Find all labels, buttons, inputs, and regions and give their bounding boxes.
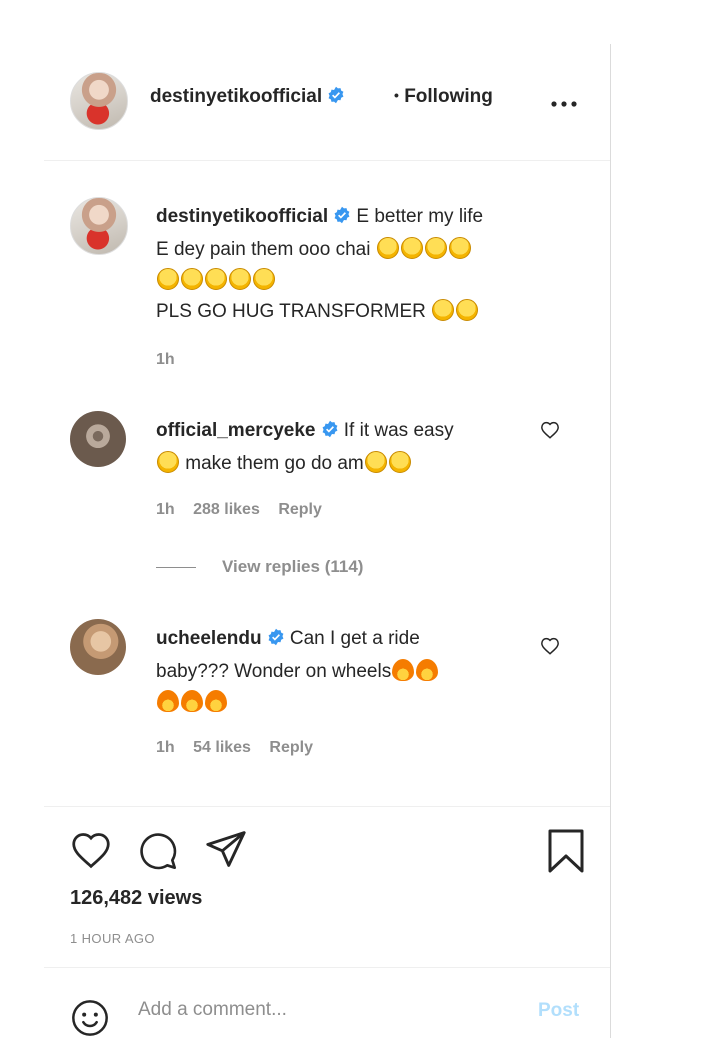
post-header: destinyetikoofficial • Following bbox=[44, 44, 610, 161]
commenter-username[interactable]: official_mercyeke bbox=[156, 420, 316, 441]
caption-meta: 1h bbox=[156, 351, 189, 369]
caption-text-3: PLS GO HUG TRANSFORMER bbox=[156, 301, 426, 322]
rolling-laughing-emoji-icon bbox=[400, 237, 423, 259]
verified-badge-icon bbox=[327, 86, 345, 109]
separator-dot: • bbox=[394, 87, 399, 103]
rolling-laughing-emoji-icon bbox=[424, 237, 447, 259]
more-options-icon[interactable] bbox=[550, 88, 578, 116]
post-panel: destinyetikoofficial • Following destiny… bbox=[44, 44, 610, 1062]
fire-emoji-icon bbox=[392, 659, 415, 681]
share-send-icon[interactable] bbox=[204, 829, 248, 869]
like-heart-icon[interactable] bbox=[70, 831, 112, 869]
laughing-tears-emoji-icon bbox=[157, 451, 179, 473]
comment-meta: 1h 54 likes Reply bbox=[156, 739, 327, 757]
reply-button[interactable]: Reply bbox=[269, 739, 313, 756]
caption-username[interactable]: destinyetikoofficial bbox=[156, 206, 328, 227]
replies-divider bbox=[156, 567, 196, 569]
like-comment-heart-icon[interactable] bbox=[540, 421, 560, 444]
tongue-out-emoji-icon bbox=[253, 268, 275, 290]
view-replies-label: View replies (114) bbox=[222, 557, 364, 576]
caption-time[interactable]: 1h bbox=[156, 351, 175, 368]
reply-button[interactable]: Reply bbox=[278, 501, 322, 518]
comment-input[interactable] bbox=[136, 998, 500, 1022]
verified-badge-icon bbox=[267, 625, 285, 656]
fire-emoji-icon bbox=[181, 690, 203, 712]
verified-badge-icon bbox=[333, 203, 351, 234]
commenter-avatar[interactable] bbox=[70, 411, 126, 467]
rolling-laughing-emoji-icon bbox=[157, 268, 179, 290]
like-comment-heart-icon[interactable] bbox=[540, 637, 560, 660]
rolling-laughing-emoji-icon bbox=[448, 237, 471, 259]
caption-avatar[interactable] bbox=[70, 197, 128, 255]
caption-body: destinyetikoofficial E better my life E … bbox=[156, 201, 556, 327]
comments-list[interactable]: destinyetikoofficial E better my life E … bbox=[44, 161, 610, 806]
rolling-laughing-emoji-icon bbox=[376, 237, 399, 259]
rolling-laughing-emoji-icon bbox=[181, 268, 203, 290]
caption-text-1: E better my life bbox=[356, 206, 484, 227]
emoji-picker-icon[interactable] bbox=[70, 998, 110, 1038]
comment-text-b: baby??? Wonder on wheels bbox=[156, 661, 392, 682]
caption-text-2: E dey pain them ooo chai bbox=[156, 239, 371, 260]
verified-badge-icon bbox=[321, 417, 339, 448]
tongue-out-emoji-icon bbox=[432, 299, 455, 321]
comment-body: ucheelendu Can I get a ride baby??? Wond… bbox=[156, 623, 556, 718]
commenter-username[interactable]: ucheelendu bbox=[156, 628, 262, 649]
view-count[interactable]: 126,482 views bbox=[70, 887, 202, 910]
comment-text-a: If it was easy bbox=[343, 420, 454, 441]
comment-bubble-icon[interactable] bbox=[138, 831, 178, 871]
comment-body: official_mercyeke If it was easy make th… bbox=[156, 415, 556, 479]
tongue-out-emoji-icon bbox=[205, 268, 227, 290]
add-comment-bar: Post bbox=[44, 967, 610, 1064]
comment-likes[interactable]: 288 likes bbox=[193, 501, 260, 518]
comment-text-b: make them go do am bbox=[185, 453, 364, 474]
laughing-tears-emoji-icon bbox=[364, 451, 387, 473]
post-footer: 126,482 views 1 HOUR AGO Post bbox=[44, 806, 610, 1063]
author-block: destinyetikoofficial bbox=[150, 86, 345, 109]
following-button[interactable]: Following bbox=[404, 86, 493, 107]
comment-likes[interactable]: 54 likes bbox=[193, 739, 251, 756]
view-replies-button[interactable]: View replies (114) bbox=[156, 557, 363, 577]
fire-emoji-icon bbox=[416, 659, 439, 681]
comment-text-a: Can I get a ride bbox=[289, 628, 420, 649]
panel-divider bbox=[610, 44, 611, 1038]
laughing-tears-emoji-icon bbox=[388, 451, 411, 473]
tongue-out-emoji-icon bbox=[229, 268, 251, 290]
author-username[interactable]: destinyetikoofficial bbox=[150, 86, 322, 107]
comment-time[interactable]: 1h bbox=[156, 739, 175, 756]
follow-status[interactable]: • Following bbox=[394, 86, 493, 108]
author-avatar[interactable] bbox=[70, 72, 128, 130]
comment-time[interactable]: 1h bbox=[156, 501, 175, 518]
post-timestamp[interactable]: 1 HOUR AGO bbox=[70, 931, 155, 946]
post-comment-button[interactable]: Post bbox=[538, 1000, 579, 1022]
fire-emoji-icon bbox=[205, 690, 227, 712]
save-bookmark-icon[interactable] bbox=[546, 829, 586, 873]
winking-tongue-emoji-icon bbox=[456, 299, 479, 321]
commenter-avatar[interactable] bbox=[70, 619, 126, 675]
fire-emoji-icon bbox=[157, 690, 179, 712]
comment-meta: 1h 288 likes Reply bbox=[156, 501, 336, 519]
